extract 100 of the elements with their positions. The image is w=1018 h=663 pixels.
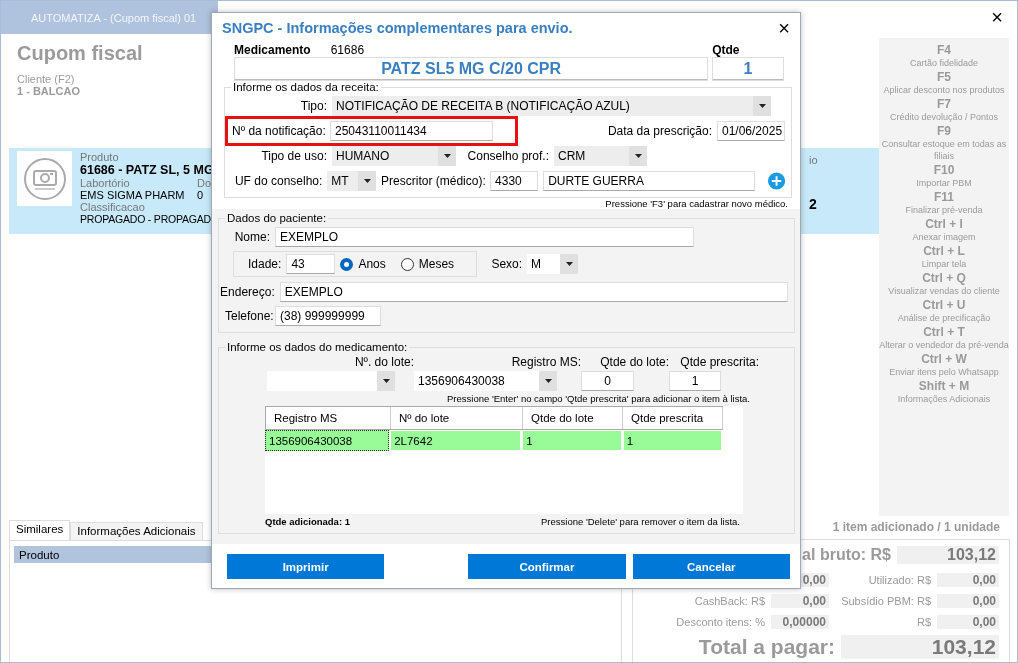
field-label: Qtde do lote: <box>599 355 669 369</box>
total-label: Utilizado: R$ <box>867 573 931 586</box>
field-label: Prescritor (médico): <box>381 173 486 188</box>
dropdown[interactable]: NOTIFICAÇÃO DE RECEITA B (NOTIFICAÇÃO AZUL) <box>332 95 771 116</box>
radio-label: Anos <box>358 257 386 271</box>
medicine-code: 61686 <box>330 43 365 57</box>
field-label: Data da prescrição: <box>607 123 712 138</box>
input-field[interactable]: 0 <box>581 371 634 391</box>
group-title: Dados do paciente: <box>226 212 328 224</box>
total-value: 103,12 <box>897 546 999 564</box>
field-label: Registro MS: <box>510 355 581 369</box>
table-cell[interactable]: 2L7642 <box>390 430 522 451</box>
dropdown-arrow-icon[interactable] <box>758 103 766 108</box>
column-value: 0 <box>197 189 205 201</box>
dropdown-arrow-icon[interactable] <box>634 153 642 158</box>
total-value: 0,00 <box>937 572 999 587</box>
shortcut-key: Ctrl + I <box>925 217 963 231</box>
field-label: Tipo de uso: <box>260 148 327 163</box>
field-label: Endereço: <box>219 284 275 299</box>
radio-button[interactable] <box>340 257 354 271</box>
dropdown-arrow-icon[interactable] <box>544 379 552 383</box>
dropdown[interactable]: HUMANO <box>332 145 456 166</box>
total-label: R$ <box>915 615 931 628</box>
field-label: Nº. do lote: <box>353 355 414 369</box>
total-value: 0,00 <box>937 593 999 608</box>
total-label: al bruto: R$ <box>802 546 891 564</box>
dialog-button[interactable]: Confirmar <box>468 554 626 579</box>
dropdown-arrow-icon[interactable] <box>565 262 573 266</box>
total-value: 0,00000 <box>771 614 829 629</box>
dropdown[interactable]: CRM <box>554 145 647 166</box>
radio-label: Meses <box>418 257 455 271</box>
column-header[interactable]: Produto <box>19 548 60 561</box>
input-field[interactable]: EXEMPLO <box>275 226 694 247</box>
shortcut-key: F7 <box>937 97 951 111</box>
dialog-title: SNGPC - Informações complementares para envio. <box>222 20 573 36</box>
dialog-button[interactable]: Imprimir <box>227 554 385 579</box>
field-label: Nome: <box>233 229 270 244</box>
field-label: Idade: <box>248 257 282 271</box>
table-cell[interactable]: 1 <box>522 430 622 451</box>
table-cell[interactable]: 1 <box>622 430 722 451</box>
medicine-name: PATZ SL5 MG C/20 CPR <box>234 57 709 81</box>
input-field[interactable]: 4330 <box>490 170 539 191</box>
page-title: Cupom fiscal <box>17 42 143 65</box>
shortcut-key: F10 <box>933 163 955 177</box>
input-field[interactable]: 01/06/2025 <box>717 120 785 141</box>
shortcut-key: Ctrl + L <box>923 244 965 258</box>
column-label: io <box>809 154 819 166</box>
total-value: 103,12 <box>841 635 999 659</box>
class-value: PROPAGADO - PROPAGAD <box>80 213 212 225</box>
field-label: Sexo: <box>490 257 523 271</box>
tab[interactable]: Similares <box>9 520 71 540</box>
dropdown-arrow-icon[interactable] <box>443 153 451 158</box>
added-count: Qtde adicionada: 1 <box>265 516 350 527</box>
total-label: Total a pagar: <box>698 635 835 659</box>
shortcut-key: Shift + M <box>918 379 970 393</box>
field-label: Nº da notificação: <box>232 123 325 138</box>
item-summary: 1 item adicionado / 1 unidade <box>832 520 1000 534</box>
field-label: UF do conselho: <box>233 173 323 188</box>
shortcut-key: F9 <box>937 124 951 138</box>
add-icon[interactable] <box>767 171 785 190</box>
hint-text: Pressione 'Enter' no campo 'Qtde prescrita' para adicionar o item à lista. <box>447 393 750 404</box>
dropdown[interactable]: M <box>527 254 579 274</box>
field-label: Tipo: <box>299 98 327 113</box>
input-field[interactable]: EXEMPLO <box>279 281 788 302</box>
class-label: Classificacao <box>80 201 146 213</box>
input-field[interactable]: (38) 999999999 <box>275 305 381 326</box>
table-cell[interactable]: 1356906430038 <box>265 430 390 451</box>
total-value: 0,00 <box>937 614 999 629</box>
dialog-button[interactable]: Cancelar <box>632 554 790 579</box>
group-title: Informe os dados da receita: <box>232 81 380 93</box>
window-title: AUTOMATIZA - (Cupom fiscal) 01 <box>31 11 197 24</box>
hint-text: Pressione 'F3' para cadastrar novo médico. <box>605 198 788 209</box>
dropdown[interactable]: 1356906430038 <box>414 371 557 391</box>
input-field[interactable]: 43 <box>286 254 336 274</box>
lab-label: Labortório <box>80 177 131 189</box>
close-button[interactable]: × <box>991 6 1003 29</box>
quantity-field[interactable]: 1 <box>712 57 784 81</box>
shortcut-key: Ctrl + Q <box>922 271 966 285</box>
shortcut-key: F5 <box>937 70 951 84</box>
total-label: Subsídio PBM: R$ <box>840 594 931 607</box>
field-label: Conselho prof.: <box>466 148 549 163</box>
close-button[interactable]: × <box>778 16 790 40</box>
shortcut-key: Ctrl + U <box>922 298 966 312</box>
input-field[interactable]: DURTE GUERRA <box>543 170 755 191</box>
dropdown[interactable]: MT <box>327 170 377 191</box>
field-label: Qtde prescrita: <box>679 355 759 369</box>
total-label: Desconto itens: % <box>676 615 765 628</box>
total-value: 0,00 <box>771 593 829 608</box>
lab-value: EMS SIGMA PHARM <box>80 189 186 201</box>
radio-button[interactable] <box>400 257 414 271</box>
tab[interactable]: Informações Adicionais <box>70 522 203 540</box>
shortcut-key: F11 <box>934 190 954 204</box>
shortcut-key: Ctrl + W <box>921 352 967 366</box>
input-field[interactable]: 1 <box>669 371 721 391</box>
quantity-label: Qtde <box>712 43 740 57</box>
input-field[interactable]: 25043110011434 <box>330 120 493 141</box>
dropdown-arrow-icon[interactable] <box>363 178 371 183</box>
dropdown-arrow-icon[interactable] <box>382 379 390 383</box>
shortcut-key: Ctrl + T <box>923 325 965 339</box>
hint-text: Pressione 'Delete' para remover o item da lista. <box>541 516 740 527</box>
